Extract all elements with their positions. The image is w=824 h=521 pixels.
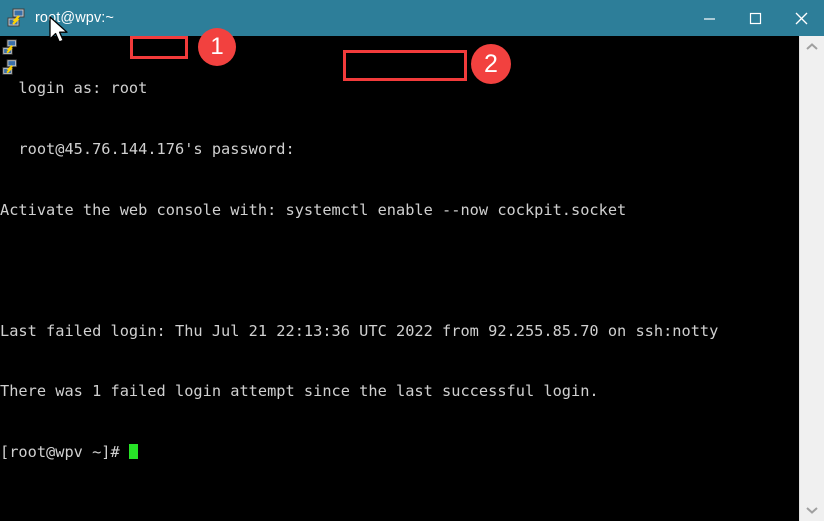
close-button[interactable] bbox=[778, 0, 824, 36]
chevron-up-icon bbox=[806, 43, 818, 51]
terminal-prompt-line: [root@wpv ~]# bbox=[0, 442, 718, 462]
vertical-scrollbar[interactable] bbox=[799, 36, 824, 521]
scroll-up-button[interactable] bbox=[800, 36, 824, 58]
terminal-lines: login as: root root@45.76.144.176's pass… bbox=[0, 36, 718, 503]
scroll-down-button[interactable] bbox=[800, 499, 824, 521]
window-titlebar[interactable]: root@wpv:~ bbox=[0, 0, 824, 36]
terminal-line: login as: root bbox=[0, 79, 148, 98]
step-badge-2: 2 bbox=[471, 44, 511, 84]
password-highlight-box bbox=[343, 50, 467, 81]
prompt-text: [root@wpv ~]# bbox=[0, 442, 129, 461]
terminal-line: Activate the web console with: systemctl… bbox=[0, 200, 627, 219]
terminal-cursor bbox=[128, 443, 138, 459]
minimize-button[interactable] bbox=[686, 0, 732, 36]
terminal-output-area[interactable]: login as: root root@45.76.144.176's pass… bbox=[0, 36, 800, 521]
window-controls bbox=[686, 0, 824, 36]
step-badge-1: 1 bbox=[198, 28, 236, 66]
terminal-line: Last failed login: Thu Jul 21 22:13:36 U… bbox=[0, 321, 719, 340]
putty-icon bbox=[2, 59, 19, 76]
chevron-down-icon bbox=[806, 506, 818, 514]
window-title: root@wpv:~ bbox=[35, 10, 114, 26]
putty-icon bbox=[7, 8, 27, 28]
putty-icon bbox=[2, 39, 19, 56]
putty-window: root@wpv:~ login as: root root@45.76.144… bbox=[0, 0, 824, 521]
maximize-button[interactable] bbox=[732, 0, 778, 36]
terminal-line: There was 1 failed login attempt since t… bbox=[0, 382, 599, 401]
username-highlight-box bbox=[130, 36, 188, 59]
terminal-line: root@45.76.144.176's password: bbox=[0, 140, 295, 158]
